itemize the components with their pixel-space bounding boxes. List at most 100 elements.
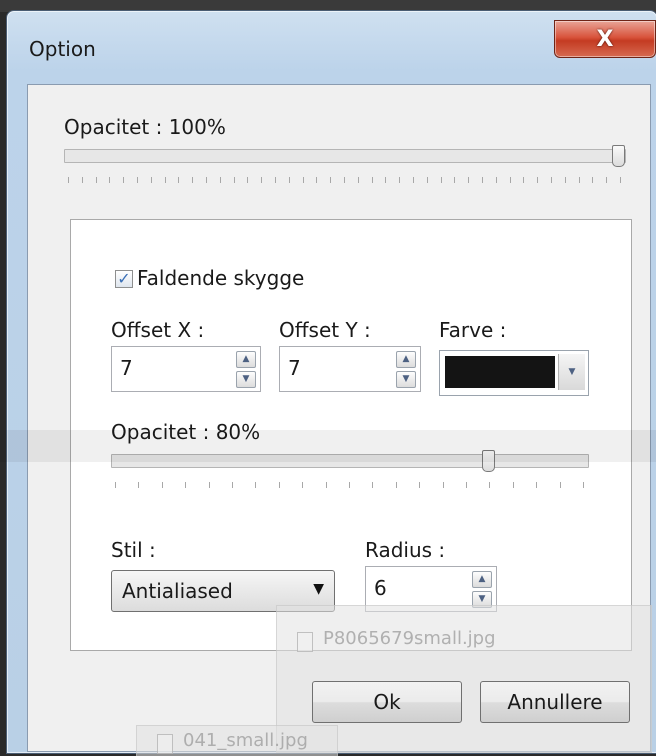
ok-button[interactable]: Ok: [312, 681, 462, 723]
slider-tick: [419, 482, 421, 488]
file-icon-2: [157, 734, 173, 754]
cancel-button[interactable]: Annullere: [480, 681, 630, 723]
slider-tick: [123, 177, 125, 183]
slider-tick: [468, 177, 470, 183]
radius-up-arrow-icon[interactable]: ▲: [472, 571, 492, 588]
slider-tick: [150, 177, 152, 183]
slider-tick: [620, 177, 621, 183]
slider-tick: [442, 482, 444, 488]
opacity-slider-track[interactable]: [64, 149, 626, 163]
slider-tick: [482, 177, 483, 183]
background-file-name-2: 041_small.jpg: [183, 730, 308, 751]
slider-tick: [208, 482, 210, 488]
title-bar[interactable]: Option X: [7, 11, 656, 71]
shadow-opacity-slider-ticks: [115, 482, 584, 492]
offset-y-label: Offset Y :: [279, 318, 371, 342]
slider-tick: [302, 177, 304, 183]
dropdown-arrow-icon[interactable]: ▼: [558, 354, 585, 390]
style-dropdown-value: Antialiased: [122, 579, 233, 603]
slider-tick: [454, 177, 456, 183]
slider-tick: [509, 177, 511, 183]
slider-tick: [109, 177, 111, 183]
opacity-slider-thumb[interactable]: [612, 145, 625, 167]
slider-tick: [583, 482, 584, 488]
slider-tick: [399, 177, 401, 183]
offset-y-down-arrow-icon[interactable]: ▼: [396, 371, 416, 388]
slider-tick: [489, 482, 491, 488]
offset-x-label: Offset X :: [111, 318, 205, 342]
slider-tick: [192, 177, 194, 183]
slider-tick: [349, 482, 350, 488]
close-icon: X: [596, 26, 614, 52]
slider-tick: [357, 177, 359, 183]
slider-tick: [426, 177, 428, 183]
radius-label: Radius :: [365, 538, 446, 562]
radius-value: 6: [374, 576, 387, 600]
close-button[interactable]: X: [554, 20, 656, 58]
style-label: Stil :: [111, 538, 156, 562]
slider-tick: [68, 177, 69, 183]
slider-tick: [164, 177, 166, 183]
slider-tick: [137, 177, 138, 183]
offset-x-value: 7: [120, 356, 133, 380]
checkmark-icon: ✓: [117, 269, 131, 288]
slider-tick: [278, 482, 280, 488]
shadow-color-picker[interactable]: ▼: [439, 350, 589, 396]
opacity-label: Opacitet : 100%: [64, 115, 226, 139]
slider-tick: [371, 177, 373, 183]
slider-tick: [81, 177, 83, 183]
slider-tick: [115, 482, 116, 488]
slider-tick: [95, 177, 97, 183]
slider-tick: [138, 482, 140, 488]
slider-tick: [466, 482, 467, 488]
slider-tick: [385, 177, 387, 183]
slider-tick: [233, 177, 235, 183]
slider-tick: [178, 177, 180, 183]
background-file-tile-2: 041_small.jpg: [136, 725, 338, 756]
slider-tick: [316, 177, 318, 183]
slider-tick: [551, 177, 552, 183]
slider-tick: [255, 482, 257, 488]
offset-y-up-arrow-icon[interactable]: ▲: [396, 351, 416, 368]
slider-tick: [275, 177, 276, 183]
offset-x-up-arrow-icon[interactable]: ▲: [236, 351, 256, 368]
slider-tick: [495, 177, 497, 183]
slider-tick: [288, 177, 290, 183]
option-dialog: Option X Opacitet : 100% ✓ Faldende skyg…: [6, 10, 656, 756]
offset-x-down-arrow-icon[interactable]: ▼: [236, 371, 256, 388]
slider-tick: [219, 177, 221, 183]
slider-tick: [161, 482, 163, 488]
opacity-slider-ticks: [68, 177, 621, 187]
slider-tick: [344, 177, 345, 183]
offset-y-spinner[interactable]: 7 ▲ ▼: [279, 346, 421, 392]
slider-tick: [523, 177, 525, 183]
slider-tick: [395, 482, 397, 488]
slider-tick: [247, 177, 249, 183]
file-icon: [297, 632, 313, 652]
slider-tick: [592, 177, 594, 183]
slider-tick: [372, 482, 374, 488]
slider-tick: [564, 177, 566, 183]
color-swatch: [445, 356, 555, 388]
slider-tick: [185, 482, 187, 488]
slider-tick: [512, 482, 514, 488]
slider-tick: [206, 177, 207, 183]
slider-tick: [559, 482, 561, 488]
window-title: Option: [29, 37, 96, 61]
slider-tick: [606, 177, 608, 183]
offset-y-value: 7: [288, 356, 301, 380]
slider-tick: [537, 177, 539, 183]
slider-tick: [330, 177, 332, 183]
background-file-name: P8065679small.jpg: [323, 628, 496, 649]
slider-tick: [578, 177, 580, 183]
slider-tick: [325, 482, 327, 488]
drop-shadow-label: Faldende skygge: [137, 266, 305, 290]
dialog-client-area: Opacitet : 100% ✓ Faldende skygge Offset…: [27, 84, 652, 756]
slider-tick: [440, 177, 442, 183]
drop-shadow-checkbox[interactable]: ✓: [115, 270, 133, 288]
slider-tick: [261, 177, 263, 183]
slider-tick: [302, 482, 304, 488]
offset-x-spinner[interactable]: 7 ▲ ▼: [111, 346, 261, 392]
slider-tick: [413, 177, 414, 183]
color-label: Farve :: [439, 318, 507, 342]
